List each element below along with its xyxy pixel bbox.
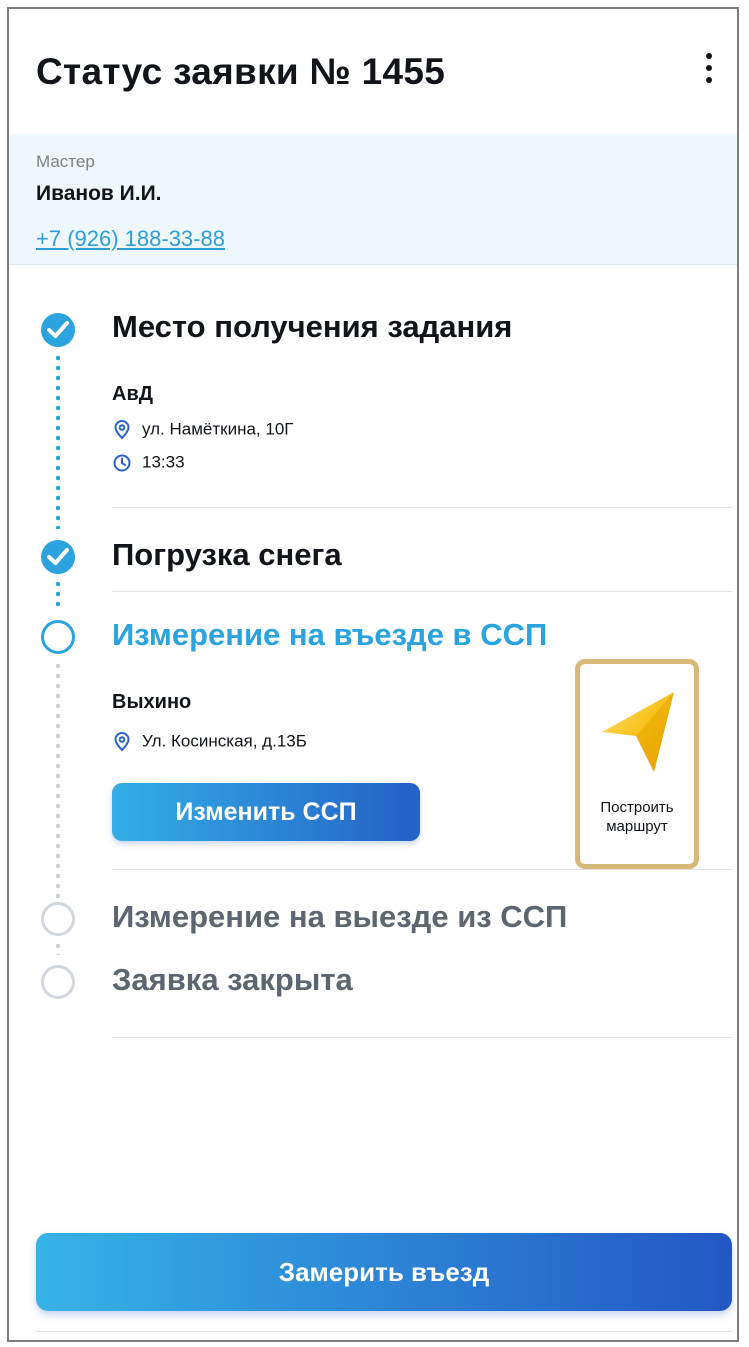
bottom-divider [36, 1331, 732, 1332]
timeline-connector [56, 661, 60, 901]
master-panel: Мастер Иванов И.И. +7 (926) 188-33-88 [9, 134, 737, 265]
divider [112, 869, 732, 870]
step-address-row: ул. Намёткина, 10Г [112, 417, 294, 441]
step-place-name: АвД [112, 383, 153, 405]
step-title-loading: Погрузка снега [112, 537, 342, 572]
location-pin-icon [114, 731, 130, 751]
master-name: Иванов И.И. [36, 182, 162, 205]
step-time-row: 13:33 [112, 450, 185, 474]
step-active-circle-icon [41, 620, 75, 654]
step-pending-circle-icon [41, 965, 75, 999]
step-address: Ул. Косинская, д.13Б [142, 731, 307, 751]
build-route-label-line1: Построить [600, 799, 674, 816]
step-title-exit-measurement: Измерение на выезде из ССП [112, 899, 568, 934]
app-header: Статус заявки № 1455 [9, 9, 737, 134]
step-pending-circle-icon [41, 902, 75, 936]
master-phone-link[interactable]: +7 (926) 188-33-88 [36, 226, 225, 252]
step-done-check-icon [41, 540, 75, 574]
navigation-arrow-icon [602, 692, 674, 772]
app-screen: Статус заявки № 1455 Мастер Иванов И.И. … [7, 7, 739, 1342]
build-route-button[interactable]: Построить маршрут [575, 659, 699, 869]
divider [112, 507, 732, 508]
step-time: 13:33 [142, 452, 185, 472]
location-pin-icon [114, 419, 130, 439]
step-address: ул. Намёткина, 10Г [142, 419, 294, 439]
timeline-connector [56, 941, 60, 955]
page-title: Статус заявки № 1455 [36, 51, 446, 92]
divider [112, 591, 732, 592]
timeline-connector [56, 579, 60, 609]
measure-entry-button[interactable]: Замерить въезд [36, 1233, 732, 1311]
step-done-check-icon [41, 313, 75, 347]
step-title-pickup: Место получения задания [112, 309, 513, 344]
step-place-name: Выхино [112, 691, 192, 713]
step-title-closed: Заявка закрыта [112, 962, 353, 997]
kebab-menu-icon[interactable] [697, 53, 721, 91]
master-label: Мастер [36, 152, 95, 171]
step-title-entry-measurement: Измерение на въезде в ССП [112, 617, 548, 652]
change-ssp-button[interactable]: Изменить ССП [112, 783, 420, 841]
build-route-label-line2: маршрут [606, 818, 668, 835]
build-route-label: Построить маршрут [580, 798, 694, 836]
timeline-connector [56, 353, 60, 529]
step-address-row: Ул. Косинская, д.13Б [112, 729, 307, 753]
divider [112, 1037, 732, 1038]
clock-icon [113, 454, 131, 472]
